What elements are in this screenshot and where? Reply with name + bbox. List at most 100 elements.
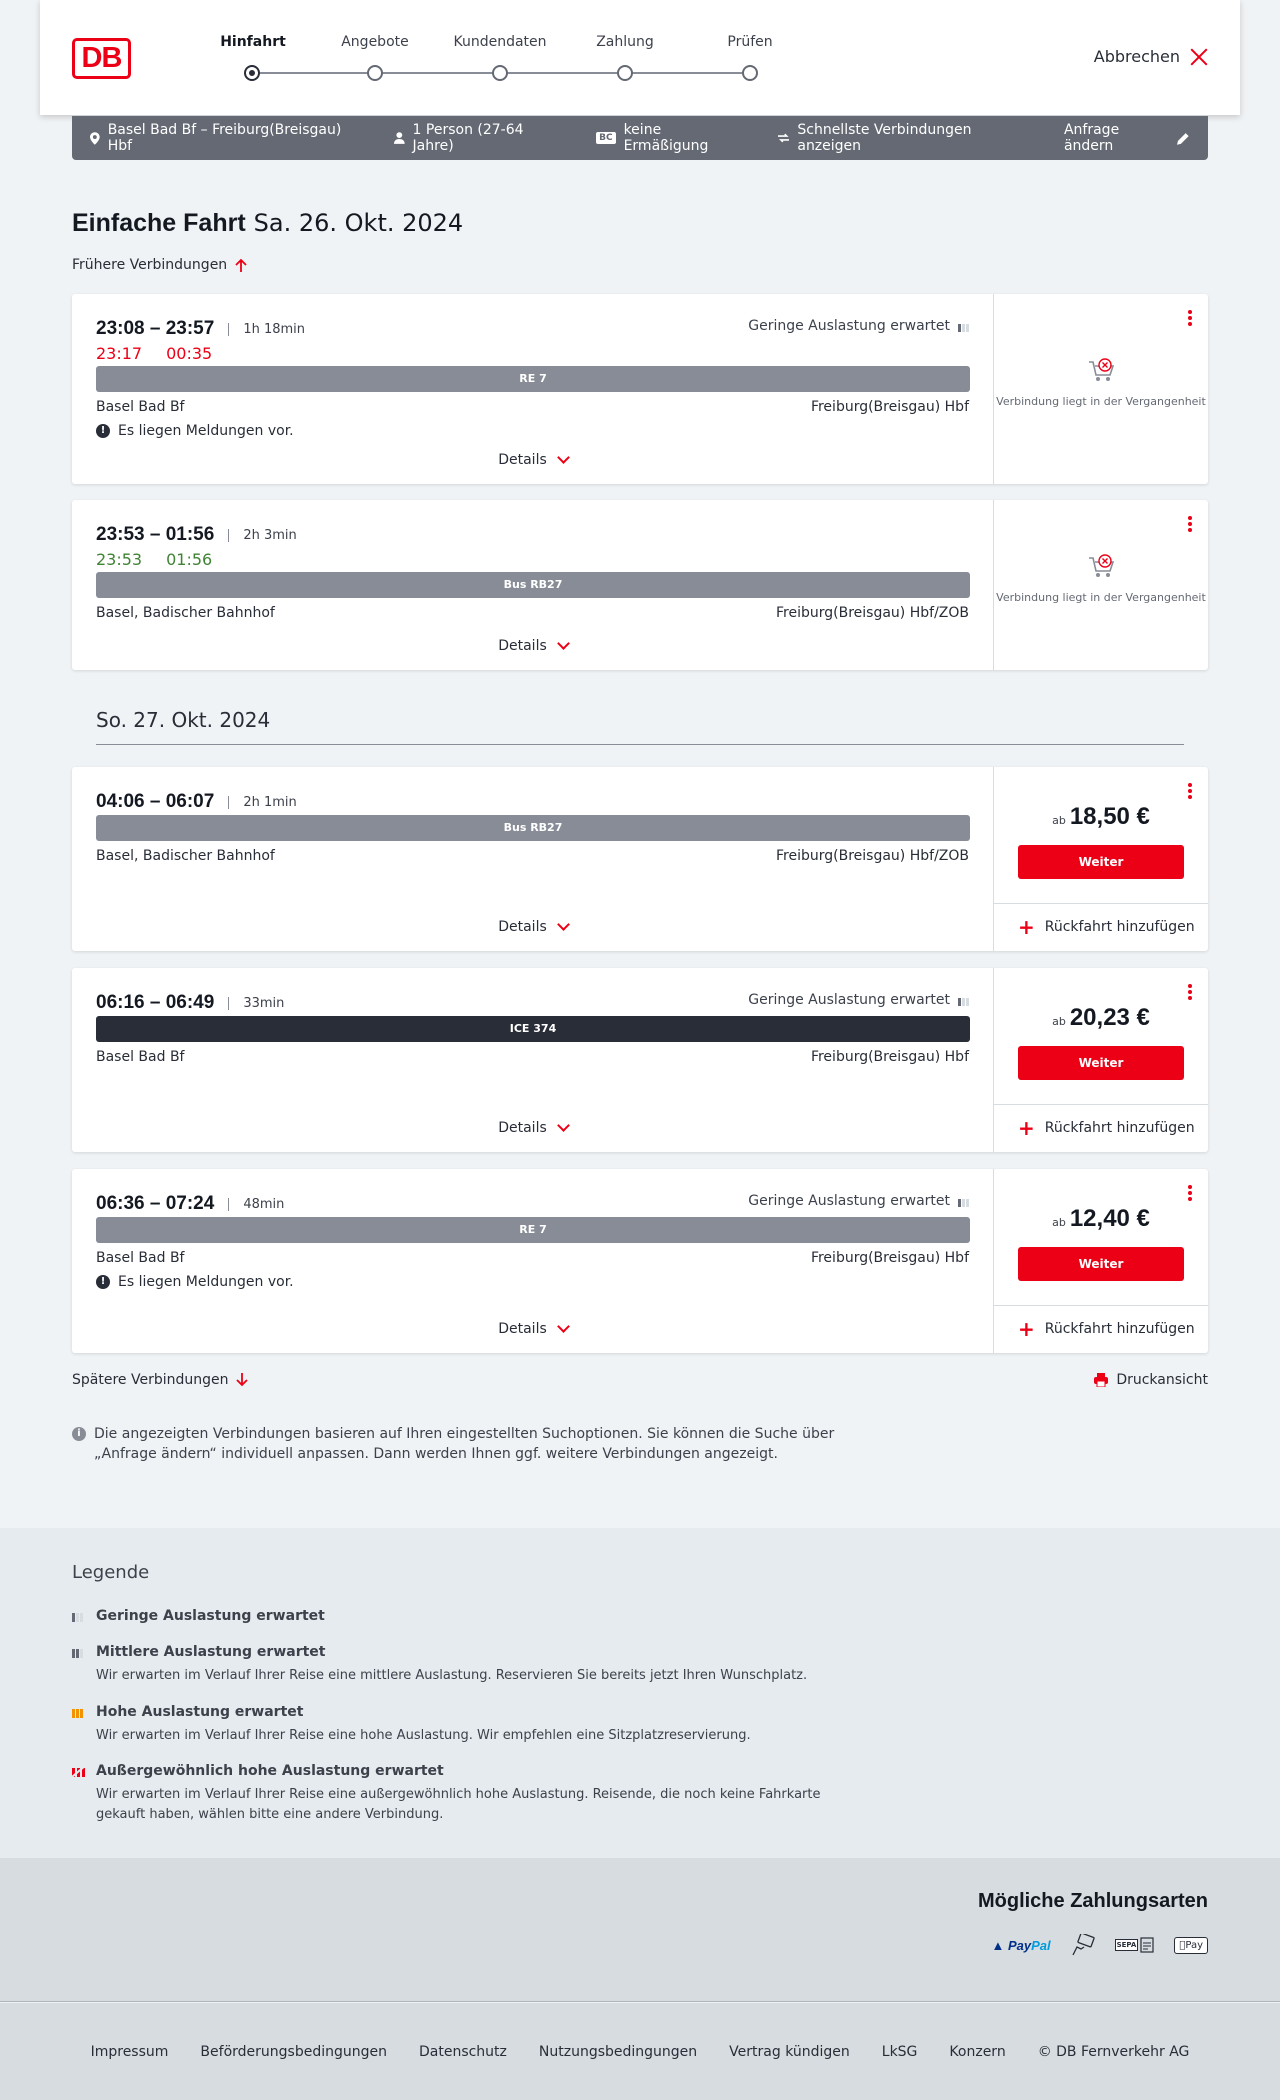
- realtime-arrival: 00:35: [166, 344, 213, 363]
- connection-card: 23:08 – 23:57 1h 18min Geringe Auslastung…: [72, 294, 1208, 484]
- realtime-departure: 23:53: [96, 550, 143, 569]
- continue-button[interactable]: Weiter: [1018, 845, 1184, 879]
- departure-arrival-times: 04:06 – 06:07: [96, 791, 215, 812]
- footer-link-impressum[interactable]: Impressum: [91, 2044, 169, 2060]
- legend-item-title: Geringe Auslastung erwartet: [96, 1608, 325, 1624]
- person-icon: [393, 132, 405, 144]
- divider: [994, 1305, 1208, 1306]
- legend-item: Außergewöhnlich hohe Auslastung erwartet…: [72, 1763, 872, 1825]
- chevron-down-icon: [556, 1119, 570, 1132]
- later-connections-link[interactable]: Spätere Verbindungen: [72, 1372, 249, 1388]
- connection-details-area[interactable]: 06:16 – 06:49 33min Geringe Auslastung er…: [72, 968, 994, 1152]
- paypal-text-b: Pal: [1031, 1937, 1051, 1953]
- realtime-times: 23:53 01:56: [96, 550, 212, 569]
- origin-station: Basel, Badischer Bahnhof: [96, 605, 275, 621]
- destination-station: Freiburg(Breisgau) Hbf: [810, 1250, 969, 1266]
- later-connections-label: Spätere Verbindungen: [72, 1372, 229, 1388]
- cancel-label: Abbrechen: [1093, 47, 1180, 66]
- footer-link-copyright[interactable]: © DB Fernverkehr AG: [1038, 2044, 1190, 2060]
- connection-card: 06:36 – 07:24 48min Geringe Auslastung er…: [72, 1169, 1208, 1353]
- origin-station: Basel, Badischer Bahnhof: [96, 848, 275, 864]
- add-return-label: Rückfahrt hinzufügen: [1044, 1120, 1195, 1136]
- duration: 2h 3min: [228, 528, 297, 542]
- load-text: Geringe Auslastung erwartet: [748, 1193, 950, 1209]
- legend-item-title: Außergewöhnlich hohe Auslastung erwartet: [96, 1763, 444, 1779]
- footer-link-befoerderungsbedingungen[interactable]: Beförderungsbedingungen: [200, 2044, 387, 2060]
- search-summary-bar: Basel Bad Bf – Freiburg(Breisgau) Hbf 1 …: [72, 116, 1208, 160]
- continue-button[interactable]: Weiter: [1018, 1247, 1184, 1281]
- footer-link-lksg[interactable]: LkSG: [882, 2044, 918, 2060]
- details-label: Details: [498, 452, 547, 468]
- legend-item-title: Hohe Auslastung erwartet: [96, 1704, 304, 1720]
- legend-item-text: Wir erwarten im Verlauf Ihrer Reise eine…: [96, 1787, 821, 1822]
- price: ab 18,50 €: [994, 803, 1208, 831]
- payment-methods-title: Mögliche Zahlungsarten: [977, 1890, 1208, 1912]
- origin-station: Basel Bad Bf: [96, 399, 185, 415]
- footer-link-nutzungsbedingungen[interactable]: Nutzungsbedingungen: [539, 2044, 697, 2060]
- pencil-icon: [1177, 132, 1190, 145]
- print-view-label: Druckansicht: [1116, 1372, 1208, 1388]
- more-options-icon[interactable]: [1188, 783, 1192, 801]
- train-bar: Bus RB27: [96, 572, 970, 598]
- destination-station: Freiburg(Breisgau) Hbf: [810, 1049, 969, 1065]
- legend-item-text: Wir erwarten im Verlauf Ihrer Reise eine…: [96, 1728, 751, 1743]
- add-return-trip-button[interactable]: + Rückfahrt hinzufügen: [1018, 1118, 1195, 1138]
- credit-card-hand-icon: [1072, 1934, 1095, 1956]
- cancel-button[interactable]: Abbrechen: [1094, 47, 1208, 66]
- notice-text: Es liegen Meldungen vor.: [118, 1274, 294, 1290]
- earlier-connections-link[interactable]: Frühere Verbindungen: [72, 257, 247, 273]
- continue-button[interactable]: Weiter: [1018, 1046, 1184, 1080]
- plus-icon: +: [1018, 915, 1035, 939]
- details-label: Details: [498, 1321, 547, 1337]
- apple-pay-icon: Pay: [1174, 1936, 1208, 1954]
- footer-link-datenschutz[interactable]: Datenschutz: [419, 2044, 507, 2060]
- bahncard-icon: BC: [596, 132, 616, 144]
- add-return-trip-button[interactable]: + Rückfahrt hinzufügen: [1018, 915, 1195, 939]
- connection-details-area[interactable]: 06:36 – 07:24 48min Geringe Auslastung er…: [72, 1169, 994, 1353]
- db-logo[interactable]: DB: [72, 38, 131, 79]
- info-icon: i: [72, 1427, 86, 1441]
- connection-details-area[interactable]: 04:06 – 06:07 2h 1min Bus RB27 Basel, Bad…: [72, 767, 994, 951]
- details-toggle[interactable]: Details: [72, 918, 994, 935]
- price-prefix: ab: [1052, 1015, 1066, 1028]
- connection-card: 23:53 – 01:56 2h 3min 23:53 01:56 Bus RB27…: [72, 500, 1208, 670]
- price-prefix: ab: [1052, 814, 1066, 827]
- load-indicator: Geringe Auslastung erwartet: [748, 992, 969, 1008]
- trip-type: Einfache Fahrt: [72, 209, 246, 237]
- step-kundendaten: Kundendaten: [453, 34, 547, 50]
- footer-link-vertrag-kuendigen[interactable]: Vertrag kündigen: [729, 2044, 850, 2060]
- exclamation-icon: !: [96, 1275, 110, 1289]
- paypal-text-a: Pay: [1007, 1937, 1032, 1953]
- destination-station: Freiburg(Breisgau) Hbf/ZOB: [776, 605, 969, 621]
- add-return-trip-button[interactable]: + Rückfahrt hinzufügen: [1018, 1319, 1195, 1339]
- load-low-icon: [958, 320, 969, 332]
- more-options-icon[interactable]: [1188, 310, 1192, 328]
- step-dot-angebote: [367, 65, 383, 81]
- departure-arrival-times: 23:53 – 01:56: [96, 524, 215, 545]
- origin-station: Basel Bad Bf: [96, 1250, 185, 1266]
- exclamation-icon: !: [96, 424, 110, 438]
- load-low-icon: [958, 1195, 969, 1207]
- legend-title: Legende: [72, 1562, 150, 1583]
- details-toggle[interactable]: Details: [72, 1320, 994, 1337]
- connection-details-area[interactable]: 23:08 – 23:57 1h 18min Geringe Auslastung…: [72, 294, 994, 484]
- step-dot-zahlung: [617, 65, 633, 81]
- more-options-icon[interactable]: [1188, 516, 1192, 534]
- page-title: Einfache Fahrt Sa. 26. Okt. 2024: [72, 209, 463, 238]
- details-toggle[interactable]: Details: [72, 1119, 994, 1136]
- change-request-button[interactable]: Anfrage ändern: [1064, 122, 1190, 154]
- details-toggle[interactable]: Details: [72, 451, 994, 468]
- legend-item-title: Mittlere Auslastung erwartet: [96, 1644, 326, 1660]
- more-options-icon[interactable]: [1188, 1185, 1192, 1203]
- summary-route: Basel Bad Bf – Freiburg(Breisgau) Hbf: [90, 122, 362, 154]
- print-view-link[interactable]: Druckansicht: [1094, 1372, 1208, 1388]
- search-info-note: i Die angezeigten Verbindungen basieren …: [72, 1424, 872, 1464]
- step-hinfahrt: Hinfahrt: [220, 34, 286, 50]
- footer-link-konzern[interactable]: Konzern: [949, 2044, 1005, 2060]
- destination-station: Freiburg(Breisgau) Hbf: [810, 399, 969, 415]
- train-bar: ICE 374: [96, 1016, 970, 1042]
- connection-card: 06:16 – 06:49 33min Geringe Auslastung er…: [72, 968, 1208, 1152]
- connection-details-area[interactable]: 23:53 – 01:56 2h 3min 23:53 01:56 Bus RB27…: [72, 500, 994, 670]
- more-options-icon[interactable]: [1188, 984, 1192, 1002]
- details-toggle[interactable]: Details: [72, 637, 994, 654]
